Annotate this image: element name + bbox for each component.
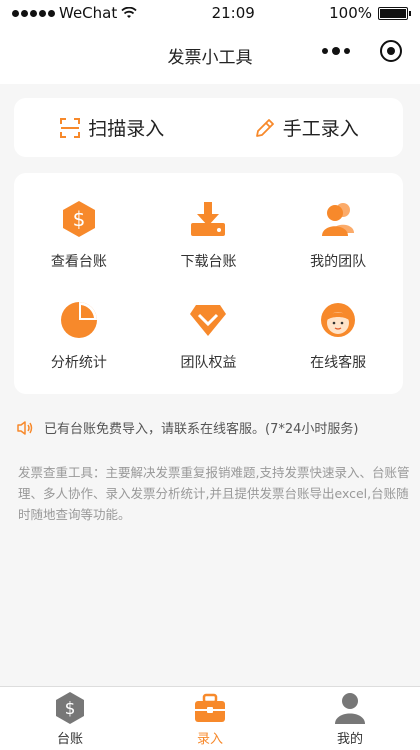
carrier-label: WeChat bbox=[59, 4, 118, 22]
close-mini-program-icon[interactable] bbox=[380, 40, 402, 62]
wifi-icon bbox=[121, 7, 137, 18]
tab-profile-label: 我的 bbox=[336, 731, 363, 747]
grid-item-download-ledger[interactable]: 下载台账 bbox=[144, 185, 274, 286]
mini-program-capsule bbox=[322, 40, 402, 62]
download-icon bbox=[191, 202, 226, 237]
tab-profile[interactable]: 我的 bbox=[280, 687, 420, 750]
clock: 21:09 bbox=[211, 4, 255, 22]
bottom-tab-bar: $ 台账 录入 我的 bbox=[0, 686, 420, 750]
signal-dots-icon bbox=[12, 9, 55, 17]
scan-icon bbox=[60, 117, 81, 138]
grid-label-analytics: 分析统计 bbox=[50, 354, 107, 371]
page-title: 发票小工具 bbox=[167, 47, 253, 68]
feature-grid: $ 查看台账 下载台账 我的团队 分析统计 团队权益 在线客服 bbox=[14, 173, 403, 394]
team-icon bbox=[322, 203, 355, 237]
more-options-icon[interactable] bbox=[322, 47, 350, 55]
grid-label-customer-service: 在线客服 bbox=[310, 354, 367, 371]
tab-ledger-label: 台账 bbox=[56, 731, 83, 747]
grid-label-download-ledger: 下载台账 bbox=[180, 254, 237, 271]
status-bar: WeChat 21:09 100% bbox=[0, 0, 420, 26]
tab-ledger[interactable]: $ 台账 bbox=[0, 687, 140, 750]
grid-item-analytics[interactable]: 分析统计 bbox=[14, 286, 144, 387]
manual-entry-button[interactable]: 手工录入 bbox=[209, 114, 404, 141]
speaker-icon bbox=[17, 420, 33, 435]
grid-label-my-team: 我的团队 bbox=[310, 254, 367, 271]
manual-entry-label: 手工录入 bbox=[282, 118, 359, 140]
customer-service-icon bbox=[321, 302, 356, 337]
grid-label-team-benefits: 团队权益 bbox=[180, 354, 237, 371]
navigation-bar: 发票小工具 bbox=[0, 26, 420, 84]
status-left: WeChat bbox=[12, 4, 137, 22]
scan-entry-button[interactable]: 扫描录入 bbox=[14, 114, 209, 141]
pie-chart-icon bbox=[60, 301, 97, 338]
grid-item-team-benefits[interactable]: 团队权益 bbox=[144, 286, 274, 387]
grid-item-my-team[interactable]: 我的团队 bbox=[273, 185, 403, 286]
battery-icon bbox=[378, 6, 411, 20]
tab-entry-label: 录入 bbox=[196, 731, 223, 747]
tab-entry[interactable]: 录入 bbox=[140, 687, 280, 750]
pencil-icon bbox=[255, 118, 274, 137]
svg-text:$: $ bbox=[72, 207, 85, 231]
profile-icon bbox=[335, 692, 365, 724]
entry-card: 扫描录入 手工录入 bbox=[14, 98, 403, 157]
grid-item-customer-service[interactable]: 在线客服 bbox=[273, 286, 403, 387]
dollar-hexagon-icon: $ bbox=[62, 201, 95, 238]
diamond-icon bbox=[190, 304, 227, 336]
battery-percent: 100% bbox=[329, 4, 372, 22]
status-right: 100% bbox=[329, 4, 411, 22]
notice-text: 已有台账免费导入，请联系在线客服。(7*24小时服务) bbox=[44, 422, 359, 437]
ledger-icon: $ bbox=[56, 691, 84, 724]
briefcase-icon bbox=[195, 693, 225, 722]
tool-description: 发票查重工具：主要解决发票重复报销难题,支持发票快速录入、台账管理、多人协作、录… bbox=[18, 465, 410, 522]
notice-bar: 已有台账免费导入，请联系在线客服。(7*24小时服务) bbox=[16, 418, 406, 437]
grid-item-view-ledger[interactable]: $ 查看台账 bbox=[14, 185, 144, 286]
scan-entry-label: 扫描录入 bbox=[88, 118, 165, 140]
grid-label-view-ledger: 查看台账 bbox=[50, 254, 107, 271]
svg-text:$: $ bbox=[65, 699, 76, 719]
